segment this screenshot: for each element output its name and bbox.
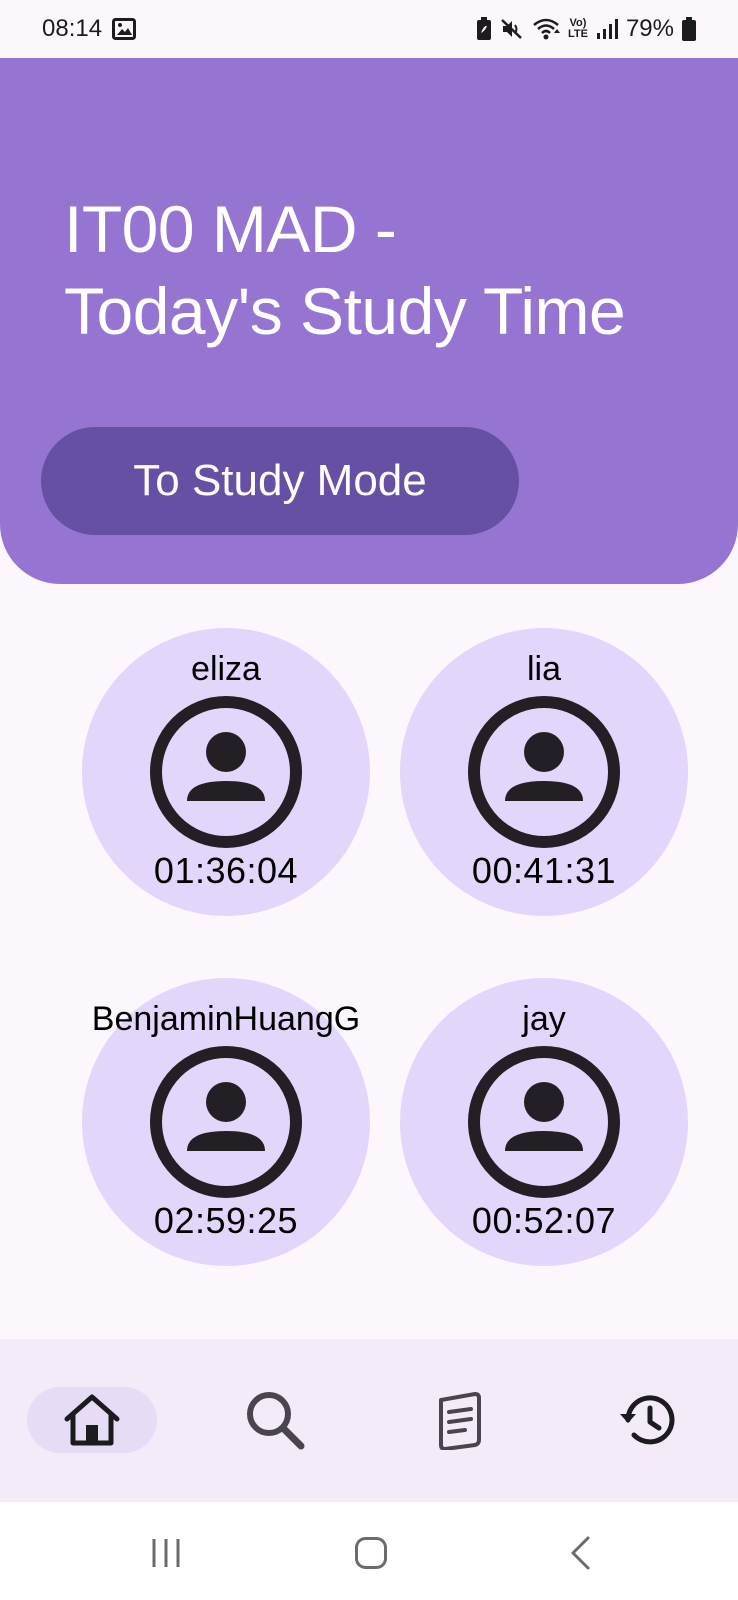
volte-label-bottom: LTE	[567, 28, 588, 40]
study-time: 00:52:07	[471, 1200, 617, 1241]
battery-saver-icon	[476, 17, 492, 41]
study-time: 00:41:31	[471, 850, 617, 891]
to-study-mode-button[interactable]: To Study Mode	[41, 427, 519, 535]
notes-icon	[439, 1392, 481, 1450]
nav-search[interactable]	[210, 1387, 340, 1453]
bottom-navigation	[0, 1339, 738, 1502]
system-navigation-bar	[0, 1502, 738, 1600]
nav-notes[interactable]	[395, 1387, 525, 1453]
status-right: Vo) LTE 79%	[476, 15, 696, 43]
account-circle-icon	[150, 696, 302, 848]
user-name: eliza	[191, 650, 261, 688]
user-card-benjaminhuangg[interactable]: BenjaminHuangG 02:59:25	[82, 978, 370, 1266]
nav-history[interactable]	[583, 1387, 713, 1453]
battery-icon	[682, 17, 696, 41]
recents-icon	[152, 1539, 180, 1567]
user-card-jay[interactable]: jay 00:52:07	[400, 978, 688, 1266]
history-icon	[620, 1395, 675, 1445]
header-card: IT00 MAD - Today's Study Time To Study M…	[0, 58, 738, 584]
study-time: 02:59:25	[153, 1200, 299, 1241]
app-screen: 08:14 Vo) LTE 79% IT00 MAD - Today's Stu…	[0, 0, 738, 1600]
user-card-eliza[interactable]: eliza 01:36:04	[82, 628, 370, 916]
battery-percent: 79%	[625, 15, 674, 42]
back-icon	[571, 1536, 590, 1570]
status-time: 08:14	[42, 15, 103, 42]
image-icon	[112, 18, 137, 40]
recents-button[interactable]	[136, 1528, 196, 1578]
title-line-1: IT00 MAD -	[64, 192, 397, 266]
user-name: BenjaminHuangG	[91, 1000, 361, 1038]
user-name: jay	[522, 1000, 566, 1038]
signal-icon	[596, 18, 618, 40]
status-bar: 08:14 Vo) LTE 79%	[0, 0, 738, 58]
system-home-button[interactable]	[341, 1528, 401, 1578]
title-line-2: Today's Study Time	[64, 274, 626, 348]
user-card-lia[interactable]: lia 00:41:31	[400, 628, 688, 916]
account-circle-icon	[150, 1046, 302, 1198]
account-circle-icon	[468, 1046, 620, 1198]
volte-icon: Vo) LTE	[568, 18, 588, 40]
search-icon	[247, 1392, 305, 1450]
home-button-icon	[355, 1537, 387, 1569]
nav-home[interactable]	[27, 1387, 157, 1453]
home-icon	[64, 1394, 120, 1446]
study-time: 01:36:04	[153, 850, 299, 891]
user-name: lia	[526, 650, 562, 688]
account-circle-icon	[468, 696, 620, 848]
status-left: 08:14	[42, 15, 137, 43]
wifi-icon	[532, 17, 560, 41]
page-title: IT00 MAD - Today's Study Time	[64, 188, 724, 352]
back-button[interactable]	[550, 1528, 610, 1578]
mute-icon	[500, 17, 524, 41]
